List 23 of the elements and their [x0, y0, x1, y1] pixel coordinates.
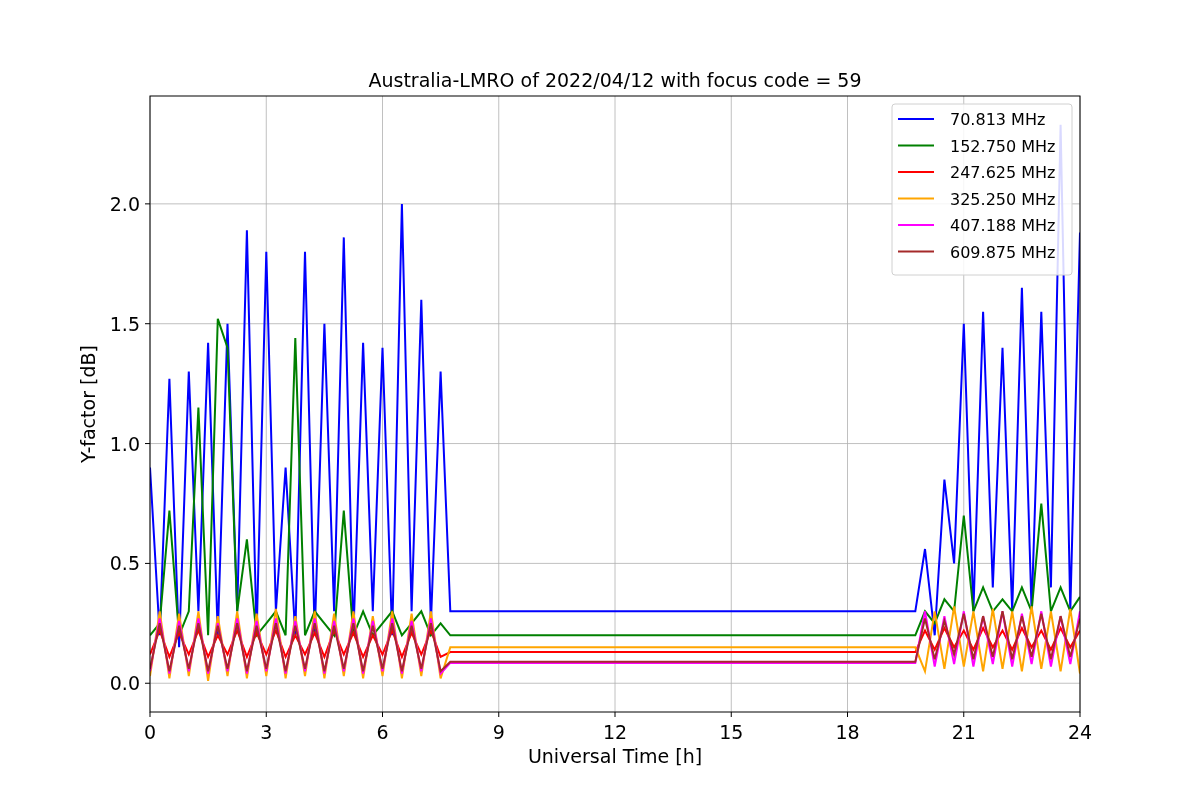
y-tick-label: 2.0	[109, 192, 140, 215]
x-tick-label: 24	[1067, 721, 1093, 743]
legend-label: 70.813 MHz	[950, 110, 1046, 129]
y-tick-label: 0.5	[109, 552, 140, 575]
x-tick-label: 15	[719, 721, 744, 743]
x-tick-label: 6	[376, 721, 389, 743]
y-tick-label: 1.0	[109, 432, 140, 455]
x-tick-label: 0	[143, 721, 157, 743]
x-tick-label: 18	[835, 721, 860, 743]
legend-label: 407.188 MHz	[950, 216, 1056, 235]
y-tick-label: 0.0	[109, 672, 140, 695]
chart-title: Australia-LMRO of 2022/04/12 with focus code = 59	[368, 69, 862, 91]
legend-label: 152.750 MHz	[950, 136, 1056, 156]
legend-label: 609.875 MHz	[950, 242, 1056, 262]
x-tick-label: 3	[260, 721, 273, 743]
x-tick-label: 9	[492, 721, 505, 743]
y-tick-label: 1.5	[109, 312, 140, 335]
legend-label: 325.250 MHz	[950, 189, 1056, 209]
x-axis-label: Universal Time [h]	[527, 745, 703, 767]
legend-label: 247.625 MHz	[950, 163, 1056, 182]
x-tick-label: 12	[602, 721, 628, 743]
x-tick-label: 21	[951, 721, 976, 743]
y-axis-label: Y-factor [dB]	[77, 345, 99, 463]
